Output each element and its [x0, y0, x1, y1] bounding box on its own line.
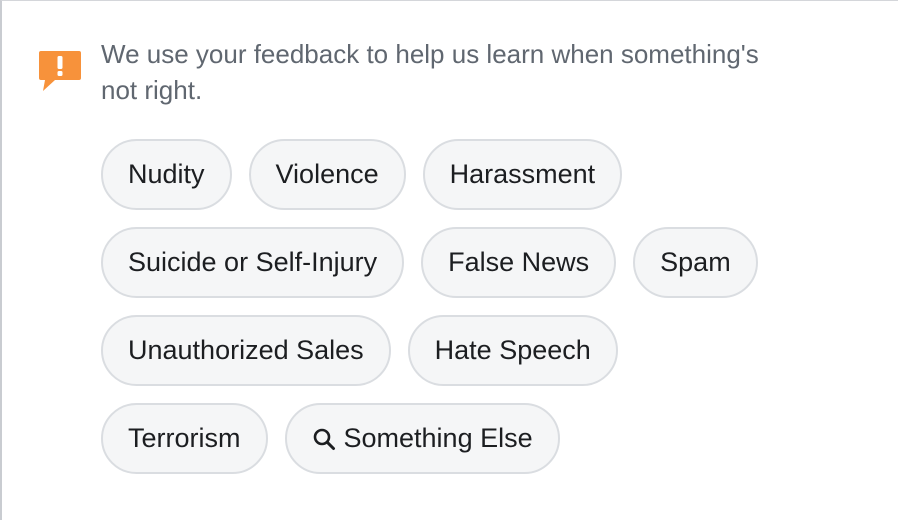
chip-suicide-or-self-injury[interactable]: Suicide or Self-Injury — [101, 227, 405, 298]
chip-label: Nudity — [128, 159, 205, 189]
chip-spam[interactable]: Spam — [633, 227, 758, 298]
feedback-message: We use your feedback to help us learn wh… — [101, 39, 759, 105]
chip-row: Unauthorized Sales Hate Speech — [101, 315, 821, 386]
chip-row: Terrorism Something Else — [101, 403, 821, 474]
chip-label: Hate Speech — [434, 335, 591, 365]
chip-label: Violence — [275, 159, 379, 189]
chip-row: Nudity Violence Harassment — [101, 139, 821, 210]
chip-nudity[interactable]: Nudity — [101, 139, 232, 210]
chip-label: Unauthorized Sales — [128, 335, 364, 365]
chip-label: Suicide or Self-Injury — [128, 247, 378, 277]
report-category-list: Nudity Violence Harassment Suicide or Se… — [101, 139, 821, 491]
chip-terrorism[interactable]: Terrorism — [101, 403, 268, 474]
chip-harassment[interactable]: Harassment — [422, 139, 623, 210]
search-icon — [313, 428, 335, 450]
chip-label: Spam — [660, 247, 731, 277]
chip-label: Something Else — [343, 423, 533, 453]
chip-false-news[interactable]: False News — [421, 227, 617, 298]
chip-something-else[interactable]: Something Else — [284, 403, 560, 474]
chip-label: Terrorism — [128, 423, 241, 453]
chip-hate-speech[interactable]: Hate Speech — [407, 315, 618, 386]
chip-unauthorized-sales[interactable]: Unauthorized Sales — [101, 315, 391, 386]
chip-row: Suicide or Self-Injury False News Spam — [101, 227, 821, 298]
feedback-panel: We use your feedback to help us learn wh… — [0, 0, 898, 520]
chip-label: Harassment — [449, 159, 596, 189]
chip-label: False News — [448, 247, 590, 277]
exclamation-icon — [39, 51, 81, 91]
chip-violence[interactable]: Violence — [248, 139, 406, 210]
